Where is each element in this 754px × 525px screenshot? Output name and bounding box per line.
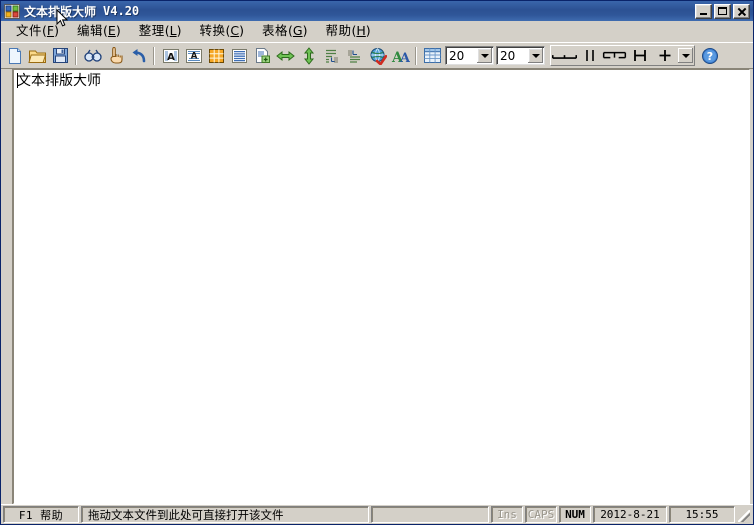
menu-hotkey: L [169, 22, 177, 38]
columns-text-icon[interactable]: A [159, 45, 182, 67]
border-plus-icon[interactable] [652, 46, 677, 65]
grid-orange-icon[interactable] [205, 45, 228, 67]
close-button[interactable] [733, 3, 750, 19]
menu-label: 整理 [138, 22, 165, 38]
arrows-vertical-icon[interactable] [297, 45, 320, 67]
application-window: 文本排版大师 V4.20 文件(F) 编辑(E) 整理(L) 转换(C) 表格(… [0, 0, 754, 525]
new-document-icon[interactable] [3, 45, 26, 67]
window-version: V4.20 [103, 4, 140, 18]
cols-combo[interactable]: 20 [496, 46, 545, 65]
border-cross-h-icon[interactable] [627, 46, 652, 65]
menu-hotkey: F [46, 22, 55, 38]
minimize-button[interactable] [695, 3, 712, 19]
svg-text:A: A [167, 52, 175, 63]
menu-hotkey: E [107, 22, 116, 38]
window-title: 文本排版大师 [24, 4, 97, 19]
svg-text:?: ? [707, 50, 713, 63]
window-controls [695, 3, 751, 19]
save-floppy-icon[interactable] [49, 45, 72, 67]
border-top-icon[interactable] [602, 46, 627, 65]
app-blocks-icon [4, 3, 20, 19]
document-export-icon[interactable] [251, 45, 274, 67]
toolbar-separator [75, 46, 78, 66]
text-editor[interactable]: 文本排版大师 [14, 70, 749, 503]
border-style-dropdown[interactable] [678, 48, 693, 63]
arrows-horizontal-icon[interactable] [274, 45, 297, 67]
chevron-down-icon[interactable] [528, 48, 543, 63]
menu-item-table[interactable]: 表格(G) [253, 22, 316, 41]
find-binoculars-icon[interactable] [81, 45, 104, 67]
menu-item-convert[interactable]: 转换(C) [190, 22, 253, 41]
menu-bar: 文件(F) 编辑(E) 整理(L) 转换(C) 表格(G) 帮助(H) [1, 21, 753, 42]
status-badge-num: NUM [559, 506, 591, 523]
indent-right-icon[interactable] [343, 45, 366, 67]
status-time: 15:55 [669, 506, 735, 523]
resize-grip[interactable] [737, 506, 751, 523]
hand-pointer-icon[interactable] [104, 45, 127, 67]
border-vertical-icon[interactable] [577, 46, 602, 65]
menu-label: 帮助 [325, 22, 352, 38]
border-bottom-icon[interactable] [552, 46, 577, 65]
menu-hotkey: H [356, 22, 366, 38]
title-bar[interactable]: 文本排版大师 V4.20 [1, 1, 753, 27]
status-spacer [371, 506, 489, 523]
toolbar-separator [153, 46, 156, 66]
status-help-key: F1 帮助 [3, 506, 79, 523]
center-text-icon[interactable]: A [182, 45, 205, 67]
editor-line: 文本排版大师 [17, 72, 101, 90]
editor-text: 文本排版大师 [17, 73, 101, 89]
rows-combo[interactable]: 20 [445, 46, 494, 65]
menu-item-organize[interactable]: 整理(L) [130, 22, 191, 41]
rows-combo-value: 20 [449, 48, 465, 63]
menu-label: 表格 [262, 22, 289, 38]
undo-arrow-icon[interactable] [127, 45, 150, 67]
svg-text:A: A [190, 51, 197, 61]
status-hint: 拖动文本文件到此处可直接打开该文件 [81, 506, 369, 523]
status-badge-ins: Ins [491, 506, 523, 523]
border-tools-panel [550, 45, 695, 66]
menu-item-help[interactable]: 帮助(H) [316, 22, 379, 41]
lines-blue-icon[interactable] [228, 45, 251, 67]
help-question-icon[interactable]: ? [699, 45, 721, 67]
maximize-button[interactable] [714, 3, 731, 19]
status-date: 2012-8-21 [593, 506, 667, 523]
menu-hotkey: C [230, 22, 240, 38]
menu-label: 编辑 [77, 22, 104, 38]
left-gutter [1, 69, 13, 504]
menu-item-edit[interactable]: 编辑(E) [68, 22, 130, 41]
editor-frame: 文本排版大师 [13, 69, 750, 504]
toolbar: A A A A 20 20 ? [1, 42, 753, 69]
menu-label: 文件 [16, 22, 43, 38]
menu-hotkey: G [292, 22, 303, 38]
open-folder-icon[interactable] [26, 45, 49, 67]
client-area: 文本排版大师 [1, 69, 753, 504]
menu-label: 转换 [199, 22, 226, 38]
globe-check-icon[interactable] [366, 45, 389, 67]
status-bar: F1 帮助 拖动文本文件到此处可直接打开该文件 Ins CAPS NUM 201… [1, 504, 753, 524]
toolbar-separator [415, 46, 418, 66]
svg-text:A: A [399, 51, 410, 64]
indent-left-icon[interactable] [320, 45, 343, 67]
status-badge-caps: CAPS [525, 506, 557, 523]
chevron-down-icon[interactable] [477, 48, 492, 63]
cols-combo-value: 20 [500, 48, 516, 63]
table-grid-icon[interactable] [421, 45, 444, 67]
font-case-icon[interactable]: A A [389, 45, 412, 67]
menu-item-file[interactable]: 文件(F) [7, 22, 68, 41]
